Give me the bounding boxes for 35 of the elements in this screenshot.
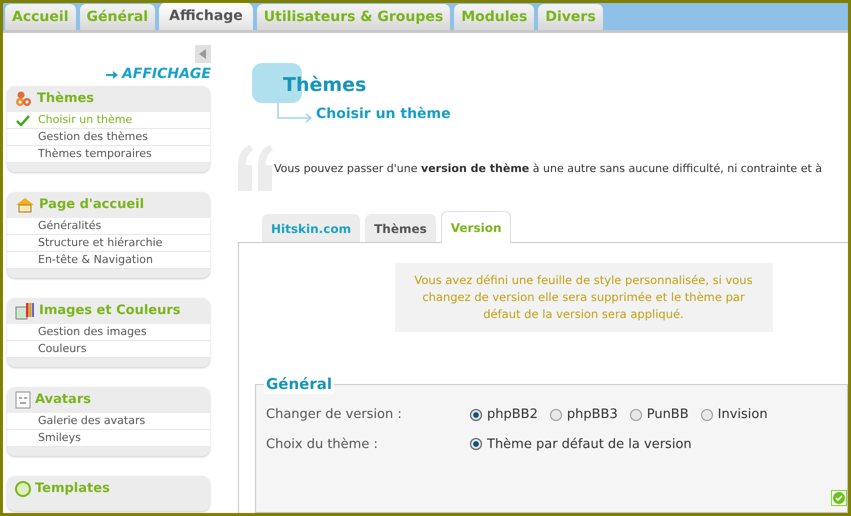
house-icon	[15, 197, 35, 213]
radio-button[interactable]	[630, 408, 642, 421]
check-icon	[16, 114, 30, 126]
submit-button[interactable]	[831, 490, 847, 506]
radio-option[interactable]: Invision	[700, 405, 768, 424]
radio-option[interactable]: PunBB	[630, 405, 689, 424]
gears-icon	[15, 91, 33, 107]
menu-section-title: Templates	[35, 480, 110, 498]
radio-button[interactable]	[700, 408, 713, 421]
right-arrow-icon	[106, 70, 118, 78]
radio-button[interactable]	[470, 408, 482, 421]
radio-option[interactable]: Thème par défaut de la version	[470, 434, 692, 454]
menu-section-title: Images et Couleurs	[39, 302, 181, 320]
face-card-icon	[15, 391, 31, 409]
field-label: Changer de version :	[266, 406, 403, 424]
palette-picture-icon	[15, 302, 35, 320]
menu-section-title: Page d'accueil	[39, 196, 144, 214]
radio-button[interactable]	[470, 438, 482, 450]
fieldset-legend: Général	[264, 374, 334, 394]
radio-option[interactable]: phpBB2	[470, 405, 538, 424]
check-icon	[833, 492, 845, 504]
circle-icon	[15, 481, 31, 497]
connector-arrow-icon	[277, 103, 313, 123]
menu-section-title: Avatars	[35, 391, 91, 410]
radio-option[interactable]: phpBB3	[550, 405, 618, 424]
sidebar-heading: AFFICHAGE	[122, 65, 211, 84]
content-tab[interactable]: Thèmes	[365, 214, 436, 243]
notice-message: Vous avez défini une feuille de style personnalisée, si vous changez de version elle sera supprimée et le thème par défaut de la version sera appliqué.	[394, 263, 772, 332]
menu-section-title: Thèmes	[37, 90, 94, 108]
nav-tab[interactable]: Affichage	[159, 3, 253, 30]
page-title: Thèmes	[283, 73, 366, 98]
radio-button[interactable]	[550, 408, 562, 421]
intro-text: Vous pouvez passer d'une version de thème à une autre sans aucune difficulté, ni contrainte et à	[274, 161, 822, 177]
field-label: Choix du thème :	[266, 436, 379, 454]
page-subtitle: Choisir un thème	[316, 105, 451, 124]
